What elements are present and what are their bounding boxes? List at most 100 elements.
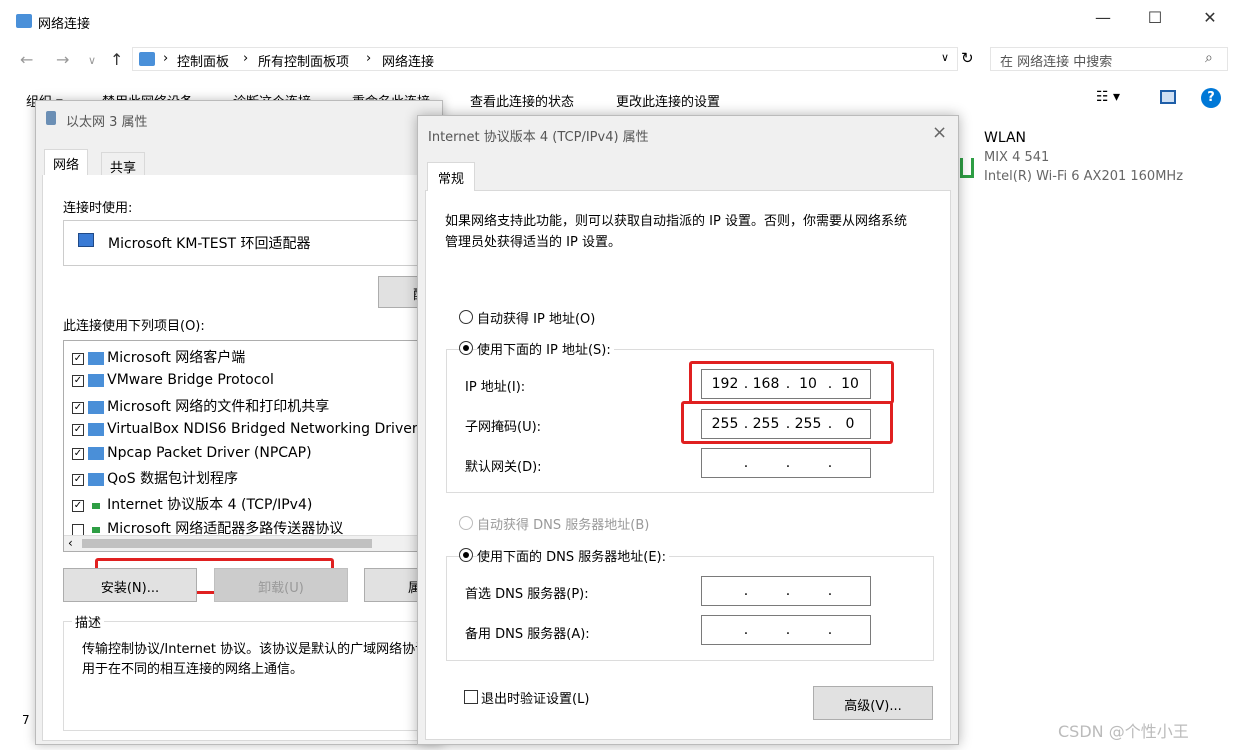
item-label: VirtualBox NDIS6 Bridged Networking Driv… [107,421,418,437]
auto-ip-radio[interactable] [459,310,473,324]
ip-dot: . [827,455,833,471]
ip-dot: . [827,622,833,638]
ip-dot: . [785,455,791,471]
adapter-name: Microsoft KM-TEST 环回适配器 [108,236,311,252]
minimize-icon[interactable]: — [1093,8,1113,27]
tab-sharing[interactable]: 共享 [101,152,146,176]
item-label: VMware Bridge Protocol [107,372,274,388]
network-tab-panel: 连接时使用: Microsoft KM-TEST 环回适配器 配 此连接使用下列… [42,175,443,741]
advanced-button[interactable]: 高级(V)... [813,686,933,720]
item-checkbox[interactable] [72,523,84,536]
description-label: 描述 [72,612,105,631]
recent-chevron-icon[interactable]: ∨ [88,54,96,67]
gateway-label: 默认网关(D): [465,460,542,475]
search-icon: ⌕ [1205,50,1213,66]
explorer-app-icon [16,14,32,28]
watermark: CSDN @个性小王 [1058,722,1189,741]
forward-icon[interactable]: → [56,50,69,69]
ip-dot: . [827,583,833,599]
network-adapter-icon [78,233,94,247]
dialog-title: Internet 协议版本 4 (TCP/IPv4) 属性 [428,130,649,145]
dns-settings-group [446,556,934,661]
ip-dot: . [785,622,791,638]
mask-highlight [681,401,893,444]
dialog-title: 以太网 3 属性 [66,115,148,130]
wlan-name: WLAN [984,130,1027,146]
item-label: Internet 协议版本 4 (TCP/IPv4) [107,497,313,513]
manual-dns-radio[interactable] [459,548,473,562]
intro-text: 如果网络支持此功能，则可以获取自动指派的 IP 设置。否则，你需要从网络系统管理… [445,214,907,250]
list-item[interactable]: ✓ Internet 协议版本 4 (TCP/IPv4) [72,494,312,514]
tab-general[interactable]: 常规 [427,162,476,191]
breadcrumb-sep-icon: › [366,51,372,66]
auto-dns-radio [459,516,473,530]
item-checkbox[interactable]: ✓ [72,499,84,512]
close-icon[interactable]: × [932,122,947,143]
validate-checkbox[interactable] [464,690,478,704]
change-settings-command[interactable]: 更改此连接的设置 [616,91,720,110]
wifi-signal-icon [960,158,974,178]
preferred-dns-field[interactable]: . . . [701,576,871,606]
tab-network[interactable]: 网络 [44,149,89,177]
list-item[interactable]: ✓ VirtualBox NDIS6 Bridged Networking Dr… [72,421,418,437]
manual-dns-label[interactable]: 使用下面的 DNS 服务器地址(E): [477,546,669,565]
tab-bar: 网络 共享 [42,149,438,177]
help-icon[interactable]: ? [1201,88,1221,108]
search-input[interactable]: 在 网络连接 中搜索 ⌕ [990,47,1228,71]
item-checkbox[interactable]: ✓ [72,352,84,365]
list-item[interactable]: ✓ VMware Bridge Protocol [72,372,274,388]
network-client-icon [88,352,105,365]
scroll-left-icon[interactable]: ‹ [68,536,73,550]
install-button-label: 安装(N)... [100,581,160,596]
preview-pane-icon[interactable] [1160,90,1176,104]
install-button[interactable]: 安装(N)... [63,568,197,602]
list-item[interactable]: ✓ QoS 数据包计划程序 [72,468,238,488]
breadcrumb-item[interactable]: 所有控制面板项 [258,51,349,70]
view-status-command[interactable]: 查看此连接的状态 [470,91,574,110]
back-icon[interactable]: ← [20,50,33,69]
list-item[interactable]: ✓ Npcap Packet Driver (NPCAP) [72,445,312,461]
network-protocol-icon [88,374,105,387]
item-checkbox[interactable]: ✓ [72,473,84,486]
network-service-icon [88,473,105,486]
items-list[interactable]: ✓ Microsoft 网络客户端 ✓ VMware Bridge Protoc… [63,340,443,552]
wlan-adapter: Intel(R) Wi-Fi 6 AX201 160MHz [984,169,1184,184]
item-checkbox[interactable]: ✓ [72,423,84,436]
list-item[interactable]: ✓ Microsoft 网络客户端 [72,347,245,367]
alternate-dns-field[interactable]: . . . [701,615,871,645]
validate-label[interactable]: 退出时验证设置(L) [481,688,589,707]
wlan-network: MIX 4 541 [984,150,1050,165]
network-service-icon [88,401,105,414]
network-protocol-icon [88,447,105,460]
description-group: 描述 传输控制协议/Internet 协议。该协议是默认的广域网络协议，用于在不… [63,612,441,731]
adapter-box: Microsoft KM-TEST 环回适配器 [63,220,443,266]
ip-dot: . [743,455,749,471]
up-icon[interactable]: ↑ [110,50,123,69]
item-label: Npcap Packet Driver (NPCAP) [107,445,312,461]
refresh-icon[interactable]: ↻ [961,49,974,67]
horizontal-scrollbar[interactable]: ‹ [64,535,442,551]
item-checkbox[interactable]: ✓ [72,401,84,414]
address-bar[interactable]: › 控制面板 › 所有控制面板项 › 网络连接 ∨ [132,47,958,71]
item-checkbox[interactable]: ✓ [72,374,84,387]
item-label: Microsoft 网络客户端 [107,350,246,366]
maximize-icon[interactable]: ☐ [1145,8,1165,27]
breadcrumb-item[interactable]: 控制面板 [177,51,229,70]
item-checkbox[interactable]: ✓ [72,447,84,460]
location-icon [139,52,155,66]
address-dropdown-icon[interactable]: ∨ [941,51,949,64]
list-item[interactable]: ✓ Microsoft 网络的文件和打印机共享 [72,396,329,416]
manual-ip-radio[interactable] [459,341,473,355]
close-icon[interactable]: ✕ [1200,8,1220,27]
auto-ip-label[interactable]: 自动获得 IP 地址(O) [477,308,595,327]
manual-ip-label[interactable]: 使用下面的 IP 地址(S): [477,339,614,358]
item-label: QoS 数据包计划程序 [107,471,239,487]
window-title: 网络连接 [38,17,91,32]
uninstall-button-label: 卸载(U) [258,581,304,596]
subnet-mask-label: 子网掩码(U): [465,420,542,435]
view-options-icon[interactable]: ☷ ▾ [1096,89,1120,105]
uninstall-button: 卸载(U) [214,568,348,602]
scroll-thumb[interactable] [82,539,372,548]
breadcrumb-item[interactable]: 网络连接 [382,51,434,70]
gateway-field[interactable]: . . . [701,448,871,478]
